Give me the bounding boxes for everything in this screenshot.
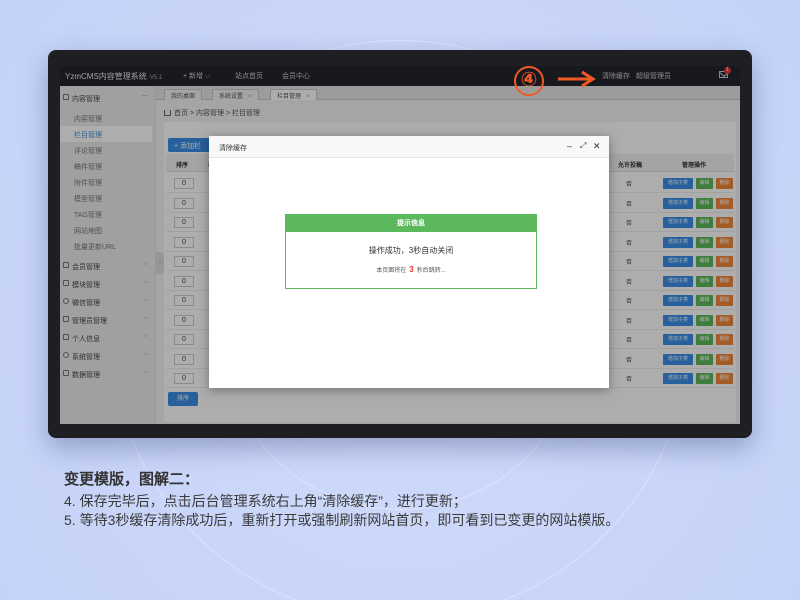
info-title: 提示信息 [286, 215, 536, 232]
countdown-number: 3 [409, 265, 414, 274]
caption-line-5: 5. 等待3秒缓存清除成功后，重新打开或强制刷新网站首页，即可看到已变更的网站模… [64, 512, 620, 528]
caption-line-4: 4. 保存完毕后，点击后台管理系统右上角“清除缓存”，进行更新； [64, 493, 467, 509]
laptop-frame: YzmCMS内容管理系统 V5.1 + 新增 ⌵ 站点首页 会员中心 清除缓存 超… [48, 50, 752, 438]
redirect-suffix: 秒后跳转... [416, 268, 446, 274]
minimize-icon[interactable]: – [567, 141, 572, 151]
success-message-box: 提示信息 操作成功，3秒自动关闭 本页面将在 3 秒后跳转... [285, 214, 537, 289]
redirect-notice: 本页面将在 3 秒后跳转... [286, 265, 536, 274]
caption-title: 变更模版，图解二： [64, 471, 200, 488]
step-number-badge: ④ [514, 66, 544, 96]
arrow-right-icon [558, 70, 596, 88]
dialog-header: 清除缓存 – ⤢ ✕ [209, 136, 609, 158]
maximize-icon[interactable]: ⤢ [580, 141, 586, 151]
admin-screen: YzmCMS内容管理系统 V5.1 + 新增 ⌵ 站点首页 会员中心 清除缓存 超… [60, 66, 740, 424]
close-icon[interactable]: ✕ [593, 141, 601, 151]
caption: 变更模版，图解二： 4. 保存完毕后，点击后台管理系统右上角“清除缓存”，进行更… [64, 468, 764, 530]
success-message: 操作成功，3秒自动关闭 [368, 246, 454, 255]
clear-cache-dialog: 清除缓存 – ⤢ ✕ 提示信息 操作成功，3秒自动关闭 本页面将在 3 秒后跳转..… [209, 136, 609, 388]
dialog-title: 清除缓存 [219, 145, 247, 152]
redirect-prefix: 本页面将在 [376, 268, 407, 274]
